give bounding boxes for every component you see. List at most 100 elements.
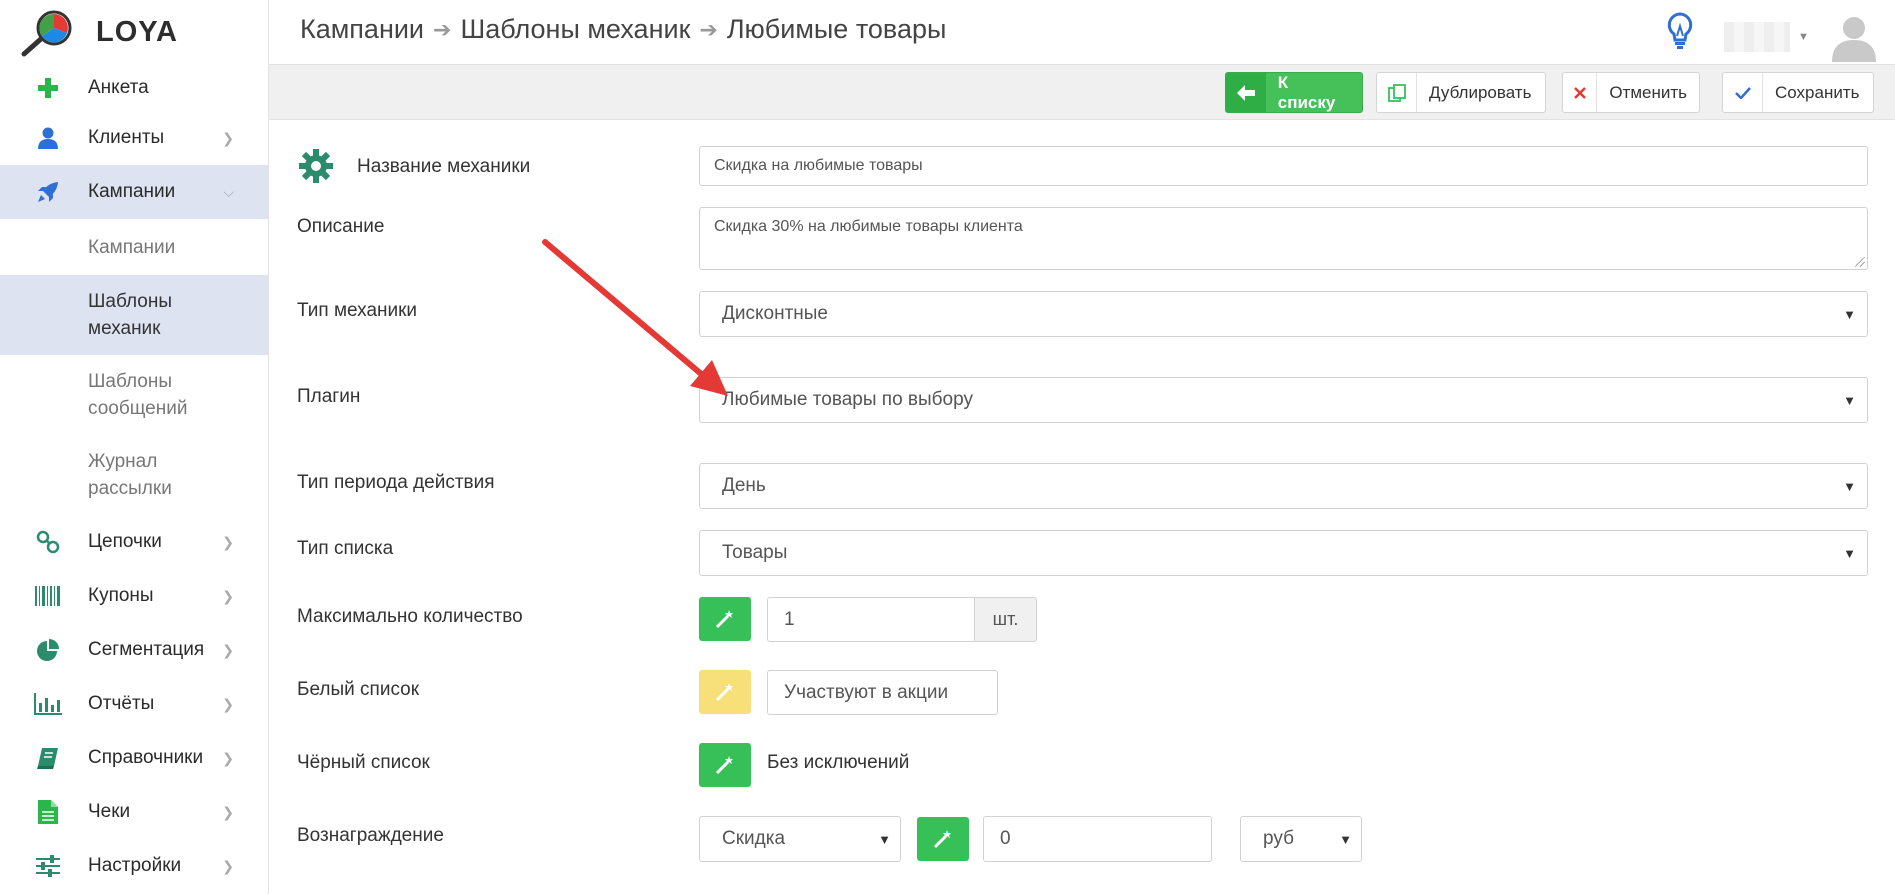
chevron-down-icon: ⌵ [223,183,234,200]
sidebar-subitem-mechanics-templates[interactable]: Шаблоны механик [0,275,268,355]
logo[interactable]: LOYA [0,0,268,65]
sidebar-item-label: Настройки [88,855,182,876]
list-type-value: Товары [722,542,788,563]
user-name-blurred [1724,22,1790,52]
sidebar-item-label: Цепочки [88,531,162,552]
header: Кампании ➔ Шаблоны механик ➔ Любимые тов… [269,0,1895,65]
sidebar-item-clients[interactable]: Клиенты ❯ [0,111,268,165]
user-icon [33,127,63,149]
sidebar-item-anketa[interactable]: Анкета [0,65,268,111]
whitelist-wand-button[interactable] [699,670,751,714]
period-type-value: День [722,475,766,496]
caret-down-icon: ▼ [1843,392,1856,408]
chevron-right-icon: ❯ [222,857,234,874]
caret-down-icon: ▼ [1339,831,1352,847]
sidebar-item-chains[interactable]: Цепочки ❯ [0,515,268,569]
sidebar-subitem-label: Журнал рассылки [88,448,172,502]
caret-down-icon: ▼ [1843,545,1856,561]
blacklist-wand-button[interactable] [699,743,751,787]
arrow-right-icon: ➔ [433,16,452,42]
breadcrumb-item-campaigns[interactable]: Кампании [300,14,424,45]
reward-unit-select[interactable]: руб ▼ [1240,816,1362,862]
reward-type-value: Скидка [722,828,786,849]
sidebar-item-reports[interactable]: Отчёты ❯ [0,677,268,731]
reward-unit-value: руб [1263,828,1294,849]
lightbulb-icon[interactable] [1667,12,1693,55]
reward-wand-button[interactable] [917,817,969,861]
mechanic-form: Название механики Скидка на любимые това… [269,120,1895,894]
back-to-list-button[interactable]: К списку [1225,72,1363,113]
caret-down-icon: ▼ [1843,306,1856,322]
mechanic-type-select[interactable]: Дисконтные ▼ [699,291,1868,337]
sidebar-item-receipts[interactable]: Чеки ❯ [0,785,268,839]
button-label: К списку [1277,72,1336,112]
sidebar-subitem-campaigns[interactable]: Кампании [0,219,268,275]
sidebar-item-label: Отчёты [88,693,155,714]
whitelist-input[interactable]: Участвуют в акции [767,670,998,715]
mechanic-type-label: Тип механики [297,300,418,321]
chevron-right-icon: ❯ [222,749,234,766]
sidebar-item-label: Чеки [88,801,131,822]
user-menu[interactable]: ▼ [1724,12,1879,62]
sidebar-subitem-mailing-log[interactable]: Журнал рассылки [0,435,268,515]
max-qty-wand-button[interactable] [699,597,751,641]
breadcrumb-item-templates[interactable]: Шаблоны механик [460,14,690,45]
avatar[interactable] [1829,12,1879,62]
whitelist-value: Участвуют в акции [784,681,949,703]
sidebar: LOYA Анкета Клиенты ❯ Кампании ⌵ Кампани… [0,0,269,894]
button-label: Отменить [1609,82,1687,102]
sidebar-item-segmentation[interactable]: Сегментация ❯ [0,623,268,677]
magic-wand-icon [715,756,733,775]
label-line: сообщений [88,398,188,419]
sidebar-item-coupons[interactable]: Купоны ❯ [0,569,268,623]
blacklist-label: Чёрный список [297,752,430,773]
caret-down-icon: ▼ [1843,478,1856,494]
name-label: Название механики [357,156,531,177]
max-qty-input[interactable]: 1 [767,597,975,642]
blacklist-value: Без исключений [767,752,910,773]
arrow-left-icon [1226,73,1266,112]
check-icon [1723,73,1763,112]
sidebar-item-label: Анкета [88,77,149,98]
chevron-right-icon: ❯ [222,641,234,658]
arrow-right-icon: ➔ [699,16,718,42]
chevron-right-icon: ❯ [222,695,234,712]
sidebar-item-label: Кампании [88,181,176,202]
period-type-label: Тип периода действия [297,472,495,493]
save-button[interactable]: Сохранить [1722,72,1874,113]
sidebar-subitem-message-templates[interactable]: Шаблоны сообщений [0,355,268,435]
close-icon [1563,73,1598,112]
toolbar: К списку Дублировать Отменить Сохранить [269,65,1895,120]
plugin-label: Плагин [297,386,361,407]
sidebar-item-campaigns[interactable]: Кампании ⌵ [0,165,268,219]
magic-wand-icon [933,830,951,849]
sidebar-subitem-label: Кампании [88,236,176,258]
name-input[interactable]: Скидка на любимые товары [699,146,1868,186]
duplicate-button[interactable]: Дублировать [1376,72,1546,113]
name-input-value: Скидка на любимые товары [714,157,923,174]
list-type-select[interactable]: Товары ▼ [699,530,1868,576]
description-textarea[interactable]: Скидка 30% на любимые товары клиента [699,207,1868,270]
label-line: Шаблоны [88,291,173,312]
mechanic-type-value: Дисконтные [722,303,828,324]
sidebar-item-directories[interactable]: Справочники ❯ [0,731,268,785]
sliders-icon [33,855,63,877]
reward-amount-input[interactable]: 0 [983,816,1212,862]
period-type-select[interactable]: День ▼ [699,463,1868,509]
resize-handle-icon[interactable] [1855,257,1865,267]
cancel-button[interactable]: Отменить [1562,72,1700,113]
plugin-value: Любимые товары по выбору [722,389,973,410]
sidebar-subitem-label: Шаблоны сообщений [88,368,187,422]
barcode-icon [33,586,63,606]
reward-type-select[interactable]: Скидка ▼ [699,816,901,862]
plugin-select[interactable]: Любимые товары по выбору ▼ [699,377,1868,423]
reward-amount-value: 0 [1000,828,1011,849]
caret-down-icon: ▼ [878,831,891,847]
sidebar-item-settings[interactable]: Настройки ❯ [0,839,268,893]
chevron-right-icon: ❯ [222,803,234,820]
caret-down-icon: ▼ [1798,31,1809,43]
breadcrumb: Кампании ➔ Шаблоны механик ➔ Любимые тов… [300,14,946,45]
list-type-label: Тип списка [297,538,394,559]
pie-chart-icon [33,638,63,662]
chevron-right-icon: ❯ [222,129,234,146]
